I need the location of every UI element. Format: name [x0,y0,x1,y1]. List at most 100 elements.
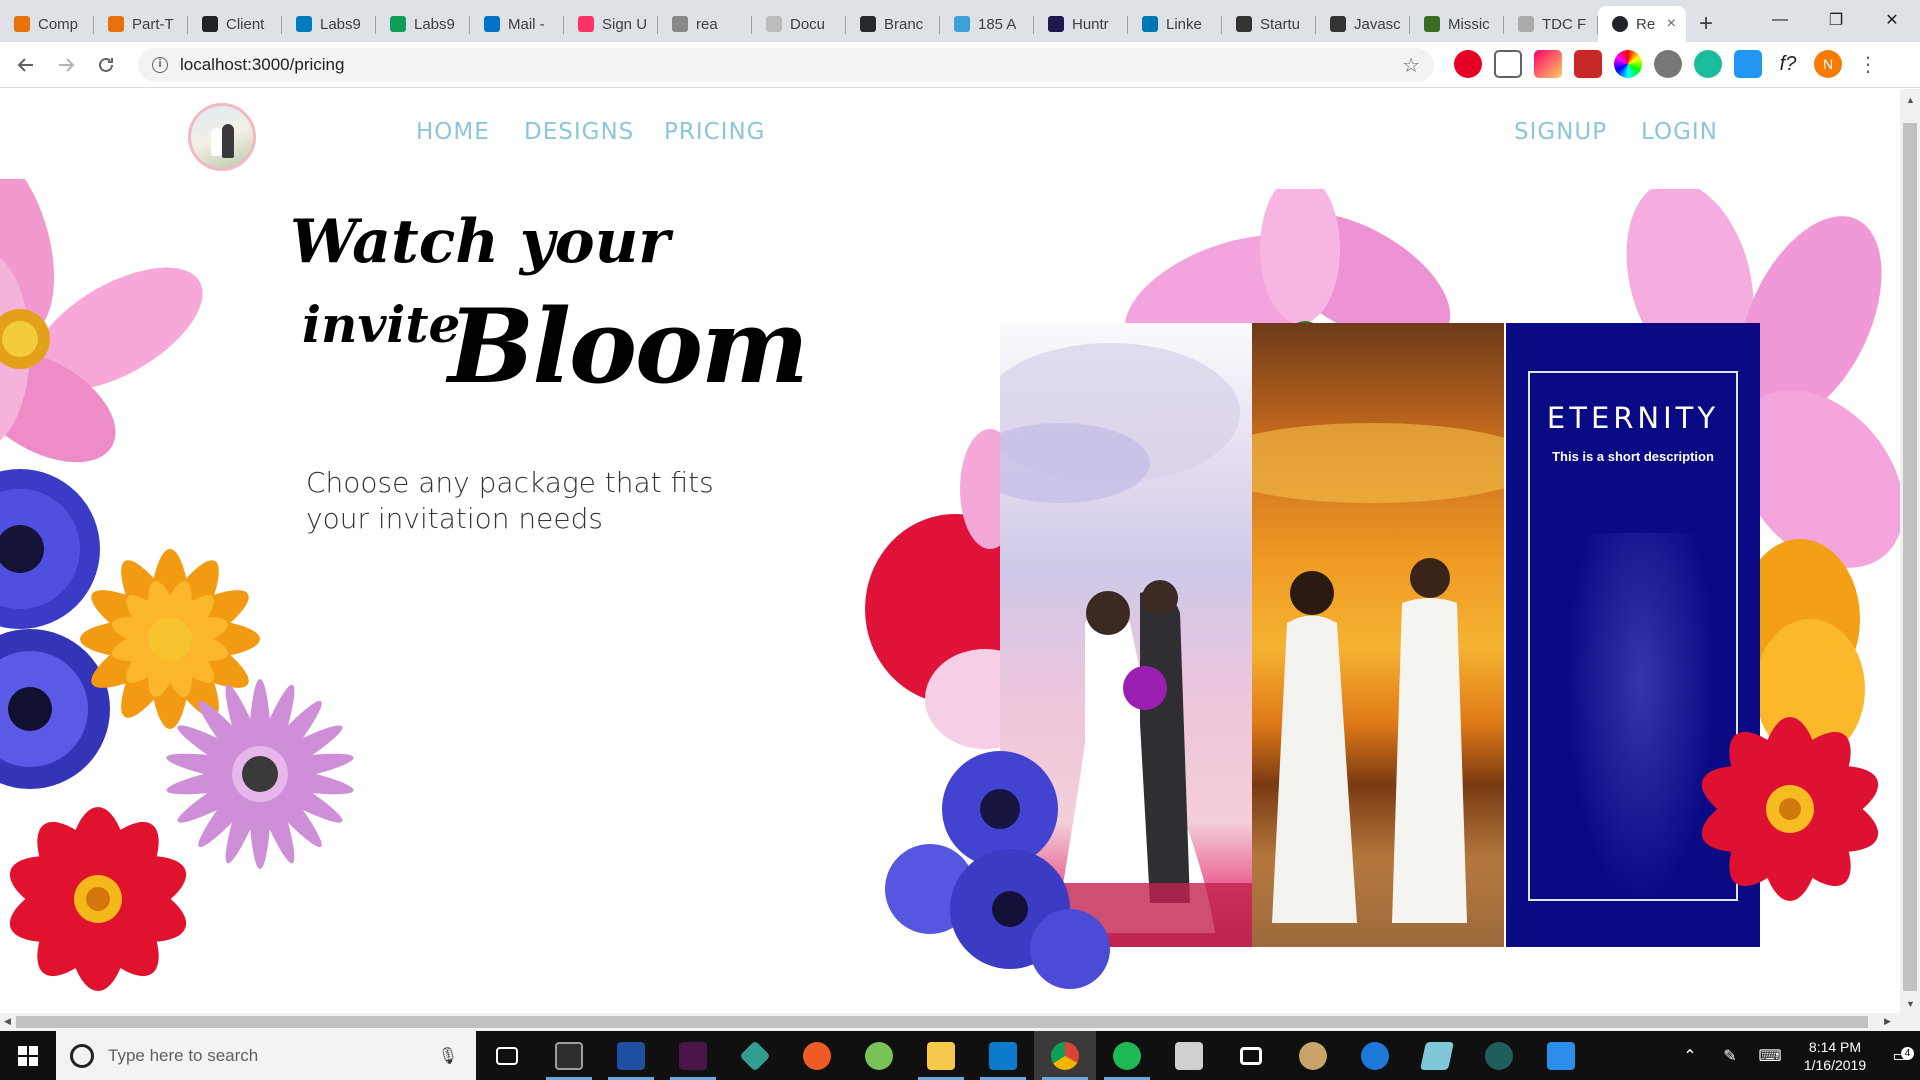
browser-tab[interactable]: 185 A [940,6,1034,42]
vertical-scrollbar[interactable]: ▲ ▼ [1900,89,1920,1031]
close-window-button[interactable]: ✕ [1864,0,1920,40]
taskbar-android-studio[interactable] [848,1031,910,1080]
nav-login[interactable]: LOGIN [1641,119,1718,145]
tab-favicon-icon [954,16,970,32]
browser-tab[interactable]: Labs9 [282,6,376,42]
browser-tab[interactable]: Client [188,6,282,42]
taskbar-gitkraken[interactable] [1468,1031,1530,1080]
site-logo[interactable] [188,103,256,171]
taskbar-webstorm[interactable] [1530,1031,1592,1080]
browser-tab[interactable]: Linke [1128,6,1222,42]
browser-tab[interactable]: Sign U [564,6,658,42]
hero-line-2-bloom: Bloom [448,287,809,407]
window-icon[interactable] [1734,50,1762,78]
gradient-icon[interactable] [1534,50,1562,78]
nav-designs[interactable]: DESIGNS [524,119,634,145]
apple-icon[interactable] [1654,50,1682,78]
browser-tab[interactable]: rea [658,6,752,42]
browser-tab[interactable]: Docu [752,6,846,42]
tab-title: rea [696,15,718,33]
menu-icon[interactable]: ⋮ [1854,50,1882,78]
task-view-button[interactable] [476,1031,538,1080]
minimize-button[interactable]: — [1752,0,1808,40]
taskbar-paint[interactable] [1282,1031,1344,1080]
hero-line-2-invite: invite [302,295,461,354]
tab-active[interactable]: Re × [1598,6,1686,42]
scroll-down-arrow[interactable]: ▼ [1906,999,1915,1009]
nav-home[interactable]: HOME [416,119,490,145]
scroll-left-arrow[interactable]: ◀ [4,1016,11,1027]
close-tab-icon[interactable]: × [1667,15,1676,33]
taskbar-edge[interactable] [1344,1031,1406,1080]
hero-line-1: Watch your [290,207,670,277]
edge-icon [1361,1041,1389,1070]
taskbar-file-explorer[interactable] [910,1031,972,1080]
start-button[interactable] [0,1031,56,1080]
pink-cosmos-petals [0,179,203,463]
git-kraken-icon [739,1039,771,1072]
color-picker-icon[interactable] [1614,50,1642,78]
package-card-sunset[interactable] [1252,323,1504,947]
pen-icon[interactable]: ✎ [1710,1046,1750,1066]
browser-tab[interactable]: TDC F [1504,6,1598,42]
keyboard-icon[interactable]: ⌨ [1750,1046,1790,1066]
tab-favicon-icon [202,16,218,32]
tab-title: Mail - [508,15,545,33]
task-view-icon [496,1046,518,1065]
horizontal-scrollbar[interactable]: ◀ ▶ [0,1013,1900,1031]
taskbar-chrome[interactable] [1034,1031,1096,1080]
gift-icon[interactable] [1574,50,1602,78]
info-icon[interactable]: i [152,57,168,73]
browser-tab[interactable]: Labs9 [376,6,470,42]
tab-title: Comp [38,15,79,33]
tab-favicon-icon [296,16,312,32]
function-icon[interactable]: f? [1774,50,1802,78]
address-bar[interactable]: i localhost:3000/pricing ☆ [138,48,1434,82]
scroll-up-arrow[interactable]: ▲ [1906,95,1915,105]
reload-button[interactable] [86,45,126,85]
taskbar-powershell[interactable] [600,1031,662,1080]
pinterest-icon[interactable] [1454,50,1482,78]
taskbar-terminal[interactable] [538,1031,600,1080]
taskbar-slack[interactable] [662,1031,724,1080]
profile-avatar[interactable]: N [1814,50,1842,78]
screenshot-icon[interactable] [1494,50,1522,78]
taskbar-notes[interactable] [1406,1031,1468,1080]
new-tab-button[interactable]: + [1686,6,1726,42]
scrollbar-thumb[interactable] [1903,123,1917,991]
teal-circle-icon[interactable] [1694,50,1722,78]
tab-title: Sign U [602,15,648,33]
taskbar-spotify[interactable] [1096,1031,1158,1080]
browser-tab[interactable]: Comp [0,6,94,42]
tray-chevron-up-icon[interactable]: ⌃ [1670,1046,1710,1066]
taskbar-vscode[interactable] [972,1031,1034,1080]
browser-tab[interactable]: Mail - [470,6,564,42]
vscode-icon [989,1041,1017,1070]
browser-tab[interactable]: Startu [1222,6,1316,42]
windows-taskbar: Type here to search 🎙 ⌃ ✎ ⌨ 8:14 PM 1/16… [0,1031,1920,1080]
back-button[interactable] [6,45,46,85]
browser-tab[interactable]: Branc [846,6,940,42]
taskbar-clock[interactable]: 8:14 PM 1/16/2019 [1790,1038,1880,1074]
scroll-right-arrow[interactable]: ▶ [1884,1016,1891,1027]
maximize-button[interactable]: ❐ [1808,0,1864,40]
tab-title: Part-T [132,15,174,33]
nav-pricing[interactable]: PRICING [664,119,766,145]
forward-button[interactable] [46,45,86,85]
taskbar-calculator[interactable] [1158,1031,1220,1080]
browser-tab[interactable]: Part-T [94,6,188,42]
browser-tab[interactable]: Javasc [1316,6,1410,42]
taskbar-search-box[interactable]: Type here to search 🎙 [56,1031,476,1080]
h-scrollbar-thumb[interactable] [16,1016,1868,1028]
taskbar-app-window[interactable] [1220,1031,1282,1080]
taskbar-git[interactable] [724,1031,786,1080]
microphone-icon[interactable]: 🎙 [438,1046,458,1066]
browser-tab[interactable]: Missic [1410,6,1504,42]
hero-subtitle: Choose any package that fits your invita… [306,466,714,535]
taskbar-postman[interactable] [786,1031,848,1080]
notification-center-icon[interactable]: ▭ 4 [1880,1046,1920,1066]
tab-title: Branc [884,15,924,33]
browser-tab[interactable]: Huntr [1034,6,1128,42]
bookmark-star-icon[interactable]: ☆ [1402,53,1420,78]
nav-signup[interactable]: SIGNUP [1514,119,1607,145]
